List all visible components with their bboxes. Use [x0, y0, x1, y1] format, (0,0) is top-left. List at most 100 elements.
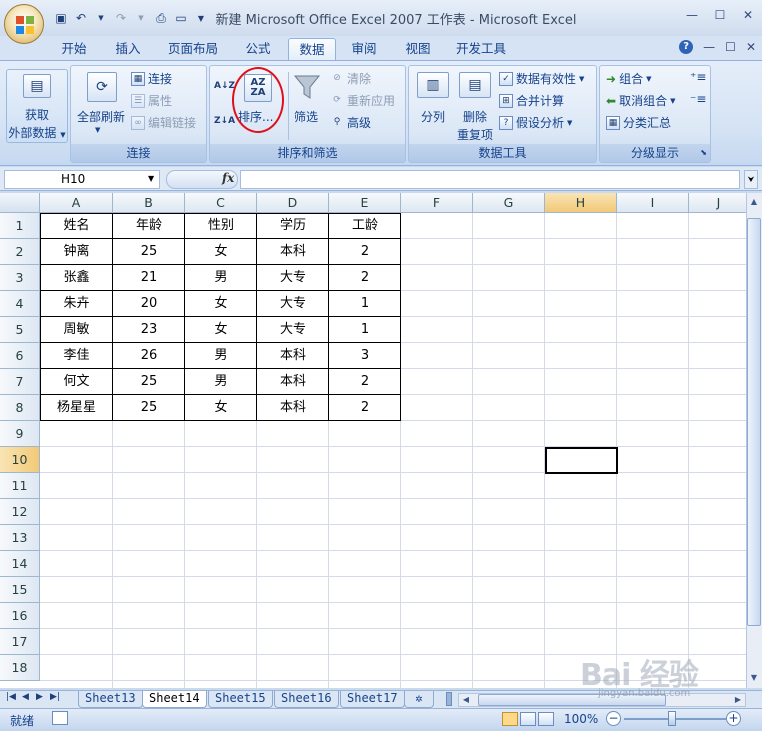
name-box[interactable]: H10	[4, 170, 160, 189]
sheet-tab-sheet15[interactable]: Sheet15	[208, 691, 273, 708]
row-header[interactable]: 18	[0, 655, 40, 681]
help-icon[interactable]: ?	[679, 40, 694, 54]
worksheet-grid[interactable]: A B C D E F G H I J 1 2 3 4 5 6 7 8 9 10…	[0, 193, 746, 688]
column-header-h[interactable]: H	[545, 193, 617, 213]
row-header[interactable]: 5	[0, 317, 40, 343]
table-cell[interactable]: 20	[113, 291, 185, 317]
hide-detail-icon[interactable]: ⁻≡	[690, 92, 706, 106]
row-header[interactable]: 4	[0, 291, 40, 317]
what-if-analysis-button[interactable]: ? 假设分析 ▼	[499, 114, 572, 131]
sheet-tab-sheet14[interactable]: Sheet14	[142, 691, 207, 708]
table-cell[interactable]: 钟离	[40, 239, 113, 265]
column-header-f[interactable]: F	[401, 193, 473, 213]
row-header[interactable]: 15	[0, 577, 40, 603]
row-header[interactable]: 6	[0, 343, 40, 369]
maximize-button[interactable]: ☐	[706, 4, 734, 26]
text-to-columns-button[interactable]: 分列	[421, 108, 445, 125]
minimize-button[interactable]: —	[678, 4, 706, 26]
table-cell[interactable]: 3	[329, 343, 401, 369]
column-header-j[interactable]: J	[689, 193, 746, 213]
table-cell[interactable]: 女	[185, 317, 257, 343]
sort-descending-button[interactable]: Z↓A	[214, 116, 235, 126]
tab-page-layout[interactable]: 页面布局	[162, 38, 224, 60]
table-cell[interactable]: 张鑫	[40, 265, 113, 291]
office-button[interactable]	[4, 4, 44, 44]
advanced-button[interactable]: ⚲ 高级	[330, 114, 371, 131]
subtotal-button[interactable]: ▦ 分类汇总	[606, 114, 671, 131]
prev-sheet-icon[interactable]: ◀	[22, 692, 29, 702]
show-detail-icon[interactable]: ⁺≡	[690, 70, 706, 84]
tab-review[interactable]: 审阅	[342, 38, 386, 60]
table-cell[interactable]: 25	[113, 395, 185, 421]
get-external-data-button[interactable]: ▤ 获取 外部数据 ▼	[6, 69, 68, 143]
sheet-tab-sheet17[interactable]: Sheet17	[340, 691, 405, 708]
table-header-cell[interactable]: 工龄	[329, 213, 401, 239]
column-header-c[interactable]: C	[185, 193, 257, 213]
table-cell[interactable]: 女	[185, 395, 257, 421]
tab-developer[interactable]: 开发工具	[448, 38, 514, 60]
table-cell[interactable]: 25	[113, 239, 185, 265]
table-cell[interactable]: 男	[185, 343, 257, 369]
workbook-restore-button[interactable]: ☐	[725, 40, 736, 54]
column-header-a[interactable]: A	[40, 193, 113, 213]
row-header[interactable]: 12	[0, 499, 40, 525]
consolidate-button[interactable]: ⊞ 合并计算	[499, 92, 564, 109]
table-header-cell[interactable]: 学历	[257, 213, 329, 239]
remove-duplicates-button[interactable]: 删除	[463, 108, 487, 125]
table-cell[interactable]: 大专	[257, 317, 329, 343]
refresh-all-button[interactable]: 全部刷新	[77, 108, 125, 125]
row-header[interactable]: 17	[0, 629, 40, 655]
column-header-d[interactable]: D	[257, 193, 329, 213]
table-cell[interactable]: 本科	[257, 239, 329, 265]
row-header[interactable]: 7	[0, 369, 40, 395]
table-cell[interactable]: 朱卉	[40, 291, 113, 317]
column-header-i[interactable]: I	[617, 193, 689, 213]
formula-input[interactable]	[240, 170, 740, 189]
row-header[interactable]: 10	[0, 447, 40, 473]
reapply-button[interactable]: ⟳ 重新应用	[330, 92, 395, 109]
row-header[interactable]: 1	[0, 213, 40, 239]
tab-insert[interactable]: 插入	[106, 38, 150, 60]
ungroup-button[interactable]: ⬅ 取消组合 ▼	[606, 92, 675, 109]
table-cell[interactable]: 21	[113, 265, 185, 291]
table-cell[interactable]: 本科	[257, 343, 329, 369]
table-cell[interactable]: 23	[113, 317, 185, 343]
expand-formula-bar-icon[interactable]: ⮟	[744, 170, 758, 189]
row-header[interactable]: 11	[0, 473, 40, 499]
table-cell[interactable]: 本科	[257, 369, 329, 395]
insert-function-icon[interactable]: fx	[222, 171, 234, 185]
table-cell[interactable]: 26	[113, 343, 185, 369]
scroll-right-icon[interactable]: ▶	[731, 693, 745, 707]
tab-home[interactable]: 开始	[52, 38, 96, 60]
sheet-tab-sheet16[interactable]: Sheet16	[274, 691, 339, 708]
dialog-launcher-icon[interactable]: ⬊	[700, 144, 707, 162]
row-header[interactable]: 16	[0, 603, 40, 629]
row-header[interactable]: 14	[0, 551, 40, 577]
page-break-preview-icon[interactable]	[538, 712, 554, 726]
zoom-level[interactable]: 100%	[564, 712, 598, 726]
table-cell[interactable]: 周敏	[40, 317, 113, 343]
sheet-tab-sheet13[interactable]: Sheet13	[78, 691, 143, 708]
sort-ascending-button[interactable]: A↓Z	[214, 82, 235, 91]
dropdown-icon[interactable]: ▼	[95, 126, 100, 134]
table-cell[interactable]: 大专	[257, 291, 329, 317]
table-header-cell[interactable]: 年龄	[113, 213, 185, 239]
table-header-cell[interactable]: 姓名	[40, 213, 113, 239]
zoom-slider-knob[interactable]	[668, 711, 676, 726]
table-cell[interactable]: 李佳	[40, 343, 113, 369]
table-cell[interactable]: 1	[329, 317, 401, 343]
table-cell[interactable]: 本科	[257, 395, 329, 421]
edit-links-button[interactable]: ∞ 编辑链接	[131, 114, 196, 131]
select-all-corner[interactable]	[0, 193, 40, 213]
table-cell[interactable]: 2	[329, 265, 401, 291]
column-header-e[interactable]: E	[329, 193, 401, 213]
row-header[interactable]: 9	[0, 421, 40, 447]
table-cell[interactable]: 男	[185, 265, 257, 291]
table-cell[interactable]: 女	[185, 239, 257, 265]
page-layout-view-icon[interactable]	[520, 712, 536, 726]
first-sheet-icon[interactable]: |◀	[6, 692, 16, 702]
normal-view-icon[interactable]	[502, 712, 518, 726]
table-cell[interactable]: 男	[185, 369, 257, 395]
table-cell[interactable]: 何文	[40, 369, 113, 395]
scroll-left-icon[interactable]: ◀	[459, 693, 473, 707]
